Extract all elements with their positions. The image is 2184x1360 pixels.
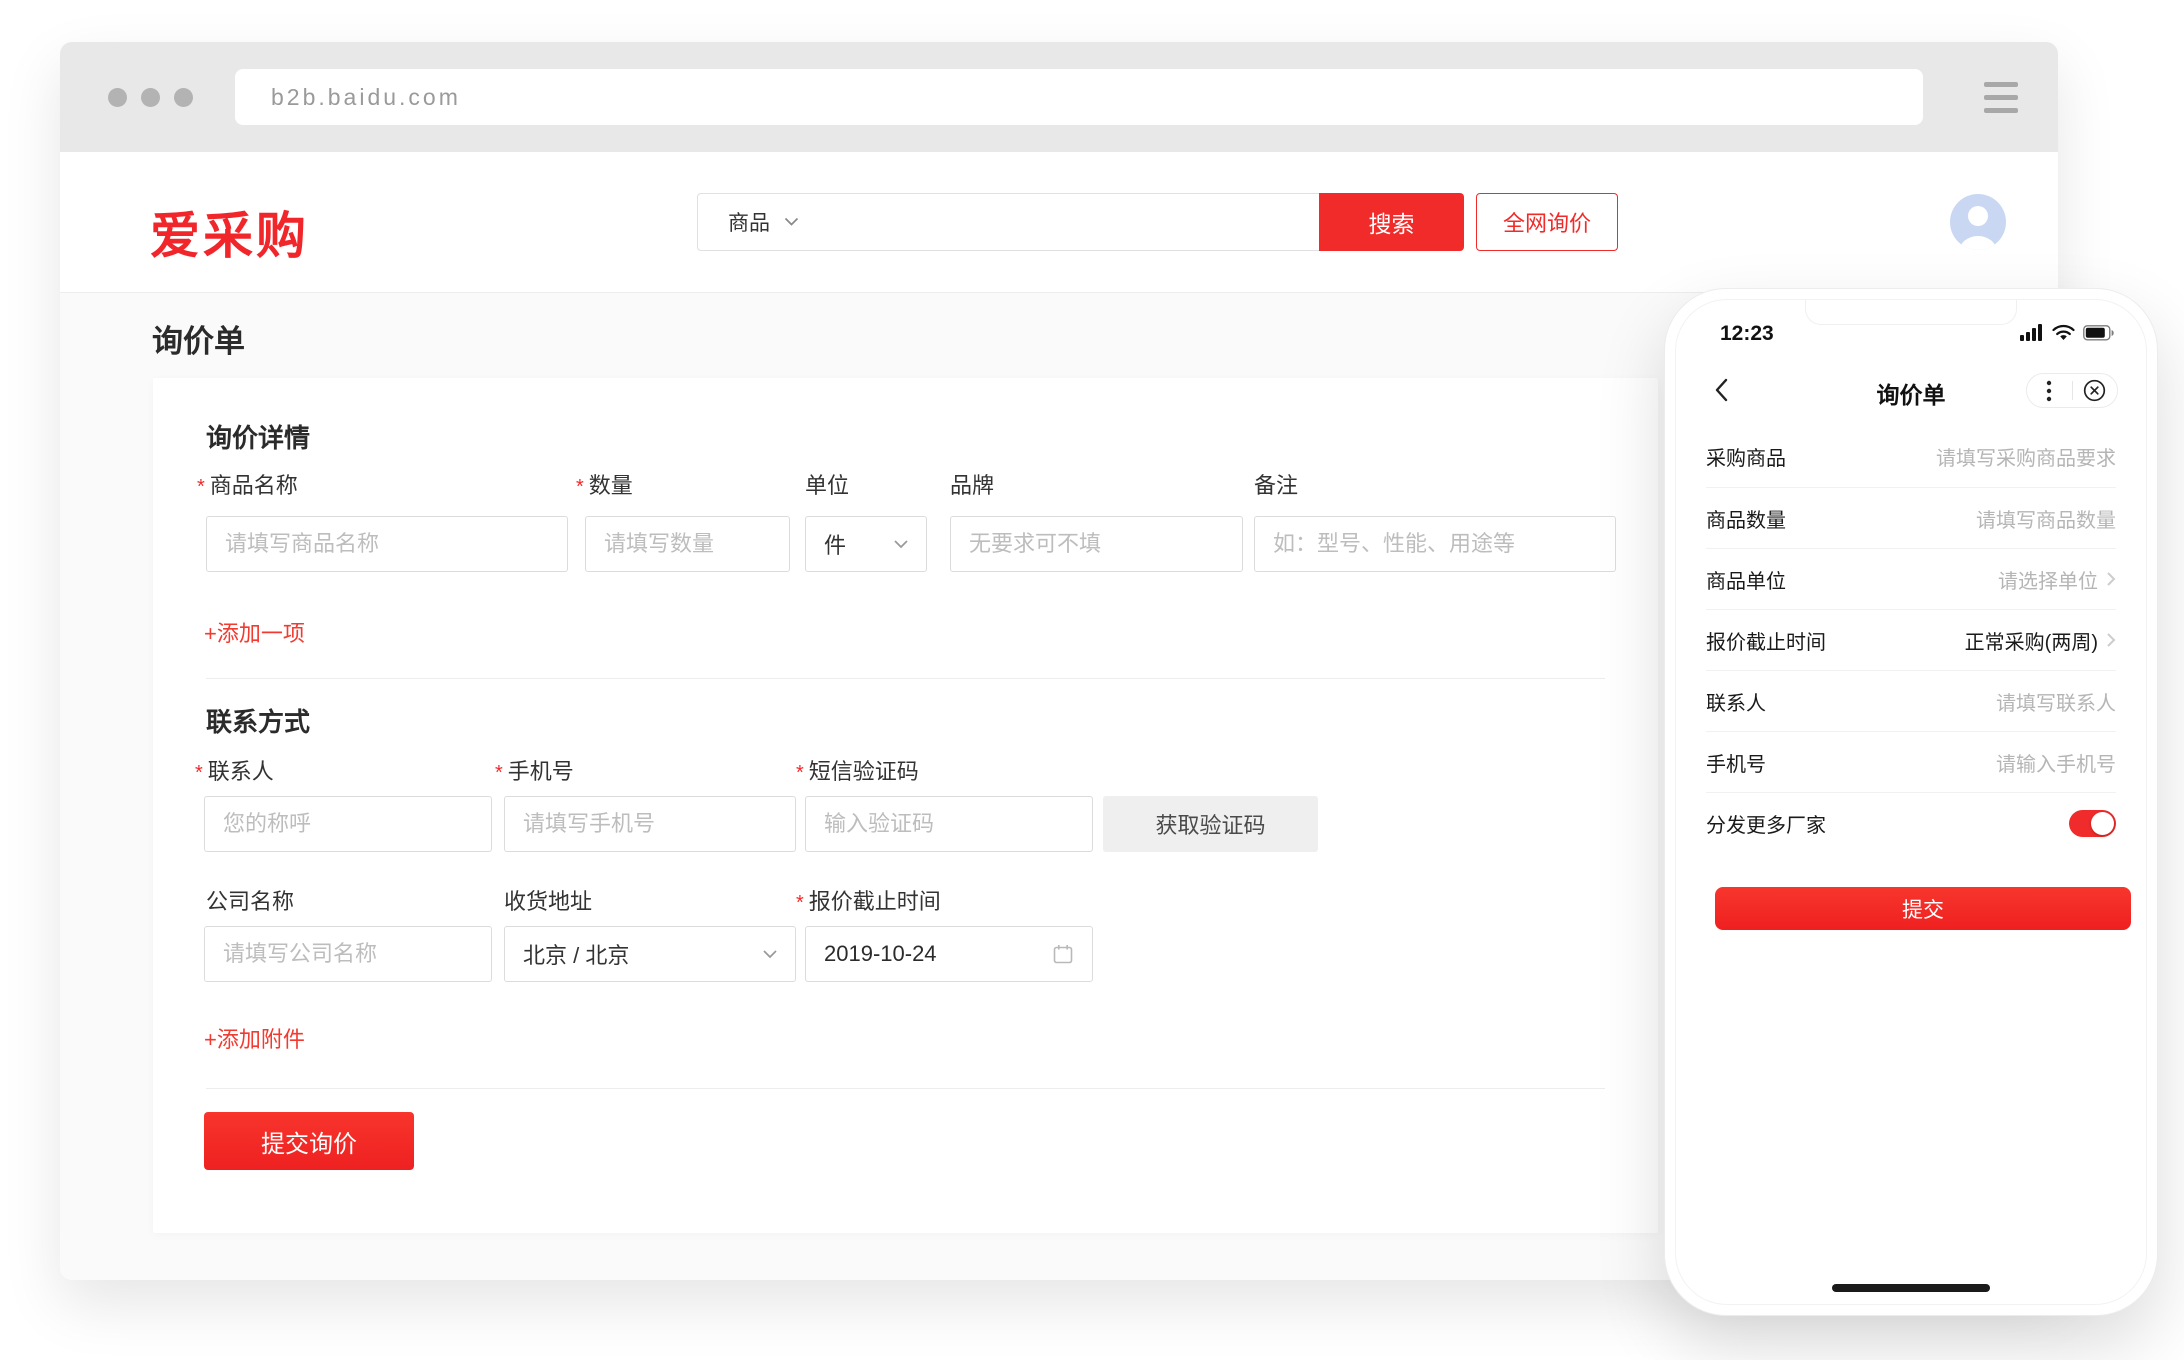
field-label-mobile: *手机号 — [495, 754, 574, 786]
field-placeholder: 请填写联系人 — [1996, 687, 2116, 716]
person-icon — [1950, 194, 2006, 250]
divider — [206, 678, 1605, 679]
battery-icon — [2083, 325, 2114, 341]
required-mark: * — [495, 762, 503, 784]
phone-mockup: 12:23 — [1664, 288, 2158, 1316]
field-label-quantity: *数量 — [576, 468, 633, 500]
field-label-unit: 单位 — [805, 468, 849, 500]
status-icons — [2020, 324, 2114, 341]
calendar-icon — [1052, 943, 1074, 965]
phone-screen: 12:23 — [1675, 299, 2147, 1305]
phone-form-list: 采购商品 请填写采购商品要求 商品数量 请填写商品数量 商品单位 请选择单位 报… — [1706, 426, 2116, 853]
site-logo[interactable]: 爱采购 — [150, 196, 309, 268]
field-placeholder: 请输入手机号 — [1996, 748, 2116, 777]
window-dot — [108, 88, 127, 107]
deadline-value: 2019-10-24 — [824, 941, 1052, 967]
required-mark: * — [197, 476, 205, 498]
list-item-quantity[interactable]: 商品数量 请填写商品数量 — [1706, 487, 2116, 548]
required-mark: * — [796, 892, 804, 914]
field-label-remark: 备注 — [1254, 468, 1298, 500]
remark-input[interactable] — [1254, 516, 1616, 572]
chevron-right-icon — [2106, 632, 2116, 648]
unit-value: 件 — [824, 528, 894, 560]
add-item-link[interactable]: +添加一项 — [204, 616, 305, 648]
contact-name-input[interactable] — [204, 796, 492, 852]
list-item-distribute: 分发更多厂家 — [1706, 792, 2116, 853]
list-item-contact[interactable]: 联系人 请填写联系人 — [1706, 670, 2116, 731]
browser-chrome: b2b.baidu.com — [60, 42, 2058, 152]
address-select[interactable]: 北京 / 北京 — [504, 926, 796, 982]
home-indicator[interactable] — [1832, 1284, 1990, 1292]
field-placeholder: 请填写采购商品要求 — [1936, 442, 2116, 471]
section-title-details: 询价详情 — [206, 418, 310, 455]
chevron-right-icon — [2106, 571, 2116, 587]
deadline-date-picker[interactable]: 2019-10-24 — [805, 926, 1093, 982]
phone-submit-button[interactable]: 提交 — [1715, 887, 2131, 930]
field-label-product-name: *商品名称 — [197, 468, 298, 500]
url-text: b2b.baidu.com — [271, 84, 461, 111]
list-item-unit[interactable]: 商品单位 请选择单位 — [1706, 548, 2116, 609]
unit-select[interactable]: 件 — [805, 516, 927, 572]
global-inquiry-button[interactable]: 全网询价 — [1476, 193, 1618, 251]
miniprogram-capsule — [2026, 373, 2118, 408]
signal-icon — [2020, 324, 2044, 341]
list-item-product[interactable]: 采购商品 请填写采购商品要求 — [1706, 426, 2116, 487]
divider — [206, 1088, 1605, 1089]
address-bar[interactable]: b2b.baidu.com — [235, 69, 1923, 125]
required-mark: * — [195, 762, 203, 784]
close-circle-icon — [2083, 379, 2106, 402]
mobile-input[interactable] — [504, 796, 796, 852]
window-controls — [108, 88, 193, 107]
search-category-select[interactable]: 商品 — [697, 193, 1319, 251]
more-button[interactable] — [2027, 380, 2072, 402]
site-header: 爱采购 商品 搜索 全网询价 — [60, 152, 2058, 292]
field-label-deadline: *报价截止时间 — [796, 884, 941, 916]
submit-inquiry-button[interactable]: 提交询价 — [204, 1112, 414, 1170]
wifi-icon — [2052, 324, 2075, 341]
add-attachment-link[interactable]: +添加附件 — [204, 1022, 305, 1054]
list-item-deadline[interactable]: 报价截止时间 正常采购(两周) — [1706, 609, 2116, 670]
section-title-contact: 联系方式 — [206, 702, 310, 739]
search-category-value: 商品 — [728, 207, 770, 237]
status-time: 12:23 — [1720, 322, 1774, 346]
field-placeholder: 请选择单位 — [1998, 565, 2116, 594]
field-label-brand: 品牌 — [950, 468, 994, 500]
required-mark: * — [576, 476, 584, 498]
field-label-contact-name: *联系人 — [195, 754, 274, 786]
field-value: 正常采购(两周) — [1965, 626, 2116, 655]
chevron-down-icon — [763, 950, 777, 959]
search-button[interactable]: 搜索 — [1319, 193, 1464, 251]
field-label-company: 公司名称 — [206, 884, 294, 916]
address-value: 北京 / 北京 — [523, 938, 763, 970]
field-label-address: 收货地址 — [504, 884, 592, 916]
chevron-down-icon — [784, 217, 799, 227]
search-group: 商品 搜索 — [697, 193, 1464, 251]
toggle-knob — [2091, 812, 2114, 835]
sms-code-input[interactable] — [805, 796, 1093, 852]
chevron-down-icon — [894, 540, 908, 549]
field-label-sms-code: *短信验证码 — [796, 754, 919, 786]
distribute-toggle[interactable] — [2069, 810, 2116, 837]
brand-input[interactable] — [950, 516, 1243, 572]
window-dot — [141, 88, 160, 107]
inquiry-form-card: 询价详情 *商品名称 *数量 单位 品牌 备注 件 +添加一项 联系方式 *联系… — [153, 378, 1658, 1233]
field-placeholder: 请填写商品数量 — [1976, 504, 2116, 533]
ellipsis-vertical-icon — [2046, 380, 2052, 402]
phone-notch — [1805, 299, 2017, 325]
list-item-mobile[interactable]: 手机号 请输入手机号 — [1706, 731, 2116, 792]
get-code-button[interactable]: 获取验证码 — [1103, 796, 1318, 852]
page-title: 询价单 — [152, 316, 245, 361]
close-button[interactable] — [2073, 379, 2118, 402]
user-avatar[interactable] — [1950, 194, 2006, 250]
menu-icon[interactable] — [1984, 82, 2018, 113]
phone-nav-bar: 询价单 — [1676, 364, 2146, 416]
company-input[interactable] — [204, 926, 492, 982]
quantity-input[interactable] — [585, 516, 790, 572]
window-dot — [174, 88, 193, 107]
required-mark: * — [796, 762, 804, 784]
product-name-input[interactable] — [206, 516, 568, 572]
